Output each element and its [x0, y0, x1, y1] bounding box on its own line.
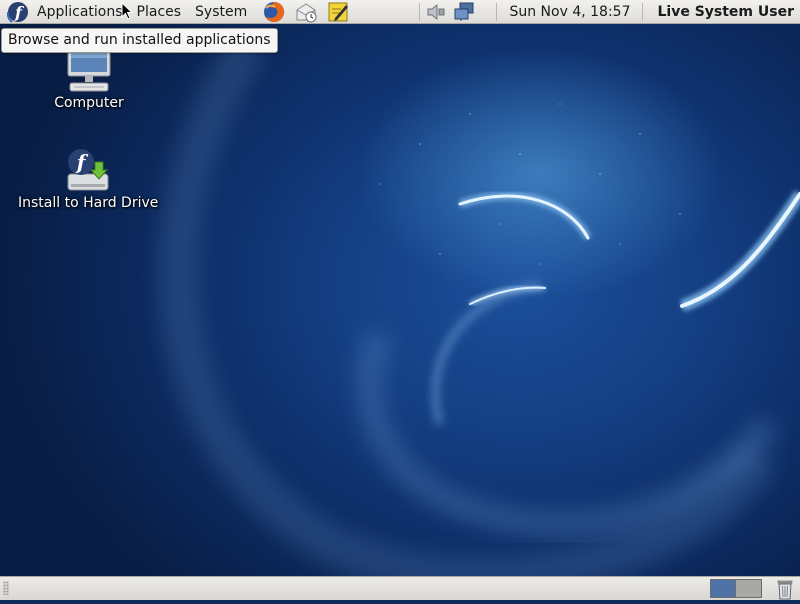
install-hard-drive-icon: f — [65, 148, 111, 194]
panel-separator — [496, 2, 498, 21]
user-switcher[interactable]: Live System User — [647, 4, 800, 20]
top-panel: f Applications Places System Sun Nov 4, … — [0, 0, 800, 24]
menu-applications[interactable]: Applications — [30, 1, 130, 23]
bottom-panel — [0, 576, 800, 600]
network-icon[interactable] — [452, 1, 476, 23]
mouse-cursor-icon — [121, 1, 134, 24]
desktop-icon-computer[interactable]: Computer — [46, 45, 132, 112]
trash-icon[interactable] — [774, 578, 796, 604]
menu-places[interactable]: Places — [130, 1, 189, 23]
computer-icon — [64, 45, 114, 94]
panel-separator — [642, 2, 644, 21]
notes-editor-icon[interactable] — [326, 1, 350, 23]
desktop-icon-install[interactable]: f Install to Hard Drive — [18, 148, 158, 212]
panel-separator — [419, 2, 421, 21]
desktop-icon-label: Computer — [54, 95, 124, 111]
fedora-logo-icon[interactable]: f — [6, 1, 30, 23]
firefox-icon[interactable] — [262, 1, 286, 23]
mail-clock-icon[interactable] — [294, 1, 318, 23]
applications-tooltip: Browse and run installed applications — [1, 28, 278, 53]
workspace-2[interactable] — [736, 579, 762, 598]
workspace-1[interactable] — [710, 579, 736, 598]
panel-handle[interactable] — [3, 581, 9, 595]
desktop-icon-label: Install to Hard Drive — [18, 195, 159, 211]
workspace-switcher[interactable] — [710, 579, 762, 598]
clock[interactable]: Sun Nov 4, 18:57 — [501, 4, 638, 20]
volume-icon[interactable] — [424, 1, 448, 23]
menu-system[interactable]: System — [188, 1, 254, 23]
desktop[interactable]: Computer f Install to Hard Drive — [0, 24, 800, 576]
